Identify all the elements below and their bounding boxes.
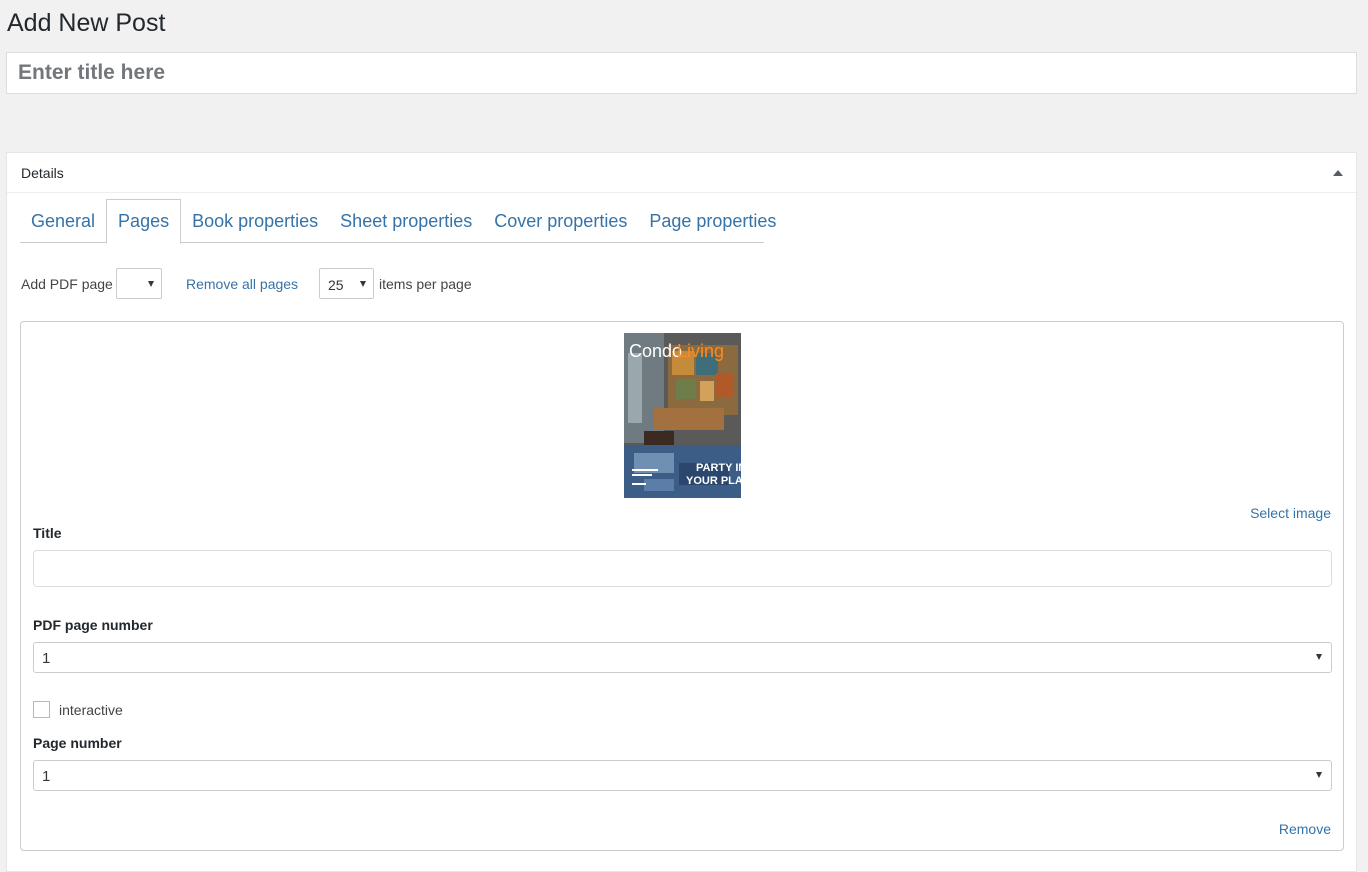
chevron-down-icon [148, 281, 154, 287]
chevron-down-icon [1316, 654, 1322, 660]
details-metabox: Details General Pages Book properties Sh… [6, 152, 1357, 872]
select-image-link[interactable]: Select image [1250, 505, 1331, 521]
page-title-input[interactable] [33, 550, 1332, 587]
collapse-triangle-icon[interactable] [1332, 167, 1344, 179]
interactive-label: interactive [59, 702, 123, 718]
page-thumbnail-image[interactable]: Condo Living PARTY IN YOUR PLACE [624, 333, 741, 498]
tab-cover-properties[interactable]: Cover properties [483, 199, 638, 243]
pages-toolbar: Add PDF page Remove all pages 25 items p… [21, 268, 721, 300]
page-number-value: 1 [42, 768, 51, 785]
page-number-label: Page number [33, 735, 122, 751]
magazine-cover-icon: Condo Living PARTY IN YOUR PLACE [624, 333, 741, 498]
tab-page-properties[interactable]: Page properties [638, 199, 787, 243]
remove-all-pages-link[interactable]: Remove all pages [186, 276, 298, 292]
svg-text:PARTY IN: PARTY IN [696, 462, 741, 474]
svg-text:YOUR PLACE: YOUR PLACE [686, 475, 741, 487]
items-per-page-value: 25 [328, 277, 344, 293]
page-item-card: Condo Living PARTY IN YOUR PLACE Select … [20, 321, 1344, 851]
items-per-page-select[interactable]: 25 [319, 268, 374, 299]
add-pdf-page-label: Add PDF page [21, 276, 113, 292]
tab-book-properties[interactable]: Book properties [181, 199, 329, 243]
page-number-select[interactable]: 1 [33, 760, 1332, 791]
details-header[interactable]: Details [7, 153, 1356, 193]
chevron-down-icon [1316, 772, 1322, 778]
tab-general[interactable]: General [20, 199, 106, 243]
interactive-checkbox[interactable] [33, 701, 50, 718]
chevron-down-icon [360, 281, 366, 287]
page-title: Add New Post [7, 9, 166, 37]
items-per-page-label: items per page [379, 276, 472, 292]
title-label: Title [33, 525, 62, 541]
remove-page-link[interactable]: Remove [1279, 821, 1331, 837]
tab-bar: General Pages Book properties Sheet prop… [20, 199, 776, 244]
add-pdf-page-select[interactable] [116, 268, 162, 299]
svg-text:Condo: Condo [629, 341, 682, 361]
svg-text:Living: Living [677, 341, 724, 361]
pdf-page-number-select[interactable]: 1 [33, 642, 1332, 673]
details-title: Details [21, 165, 64, 181]
post-title-input[interactable] [6, 52, 1357, 94]
pdf-page-number-value: 1 [42, 650, 51, 667]
tab-sheet-properties[interactable]: Sheet properties [329, 199, 483, 243]
pdf-page-number-label: PDF page number [33, 617, 153, 633]
tab-pages[interactable]: Pages [106, 199, 182, 244]
